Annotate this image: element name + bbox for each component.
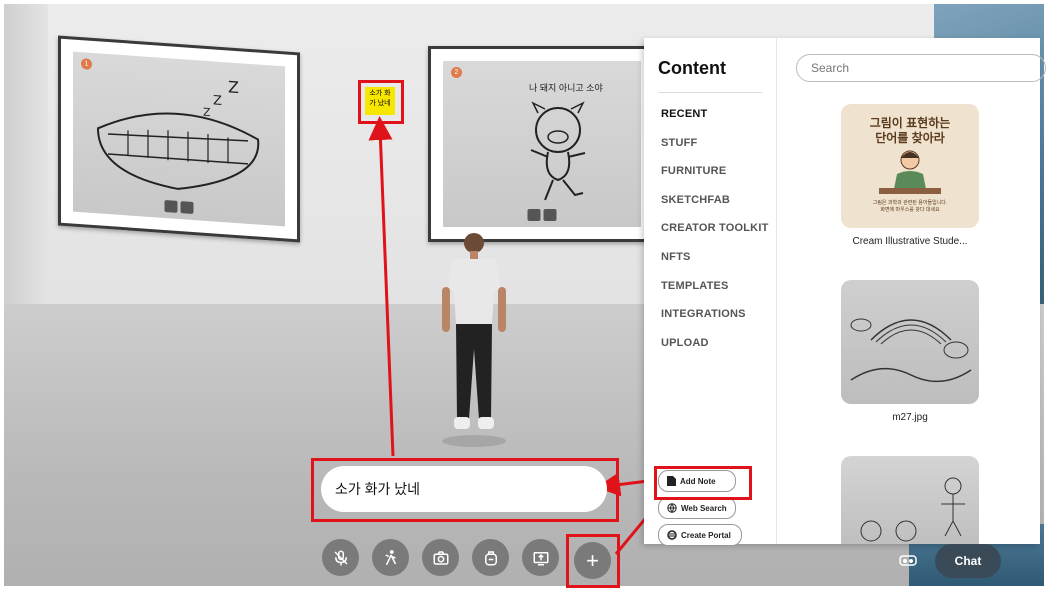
mute-mic-button[interactable] bbox=[322, 539, 359, 576]
left-wall bbox=[4, 4, 48, 334]
inventory-button[interactable] bbox=[472, 539, 509, 576]
add-note-highlight bbox=[654, 466, 752, 500]
create-portal-button[interactable]: Create Portal bbox=[658, 524, 742, 546]
dance-icon bbox=[384, 549, 396, 565]
card-thumbnail-1[interactable]: 그림이 표현하는 단어를 찾아라 그림은 과학과 관련된 용어들입니다. 화면에… bbox=[841, 104, 979, 228]
camera-icon bbox=[433, 550, 448, 565]
portal-icon bbox=[667, 530, 677, 540]
artwork-frame-2[interactable]: 2 나 돼지 아니고 소야 bbox=[428, 46, 656, 242]
sticky-note-highlight[interactable]: 소가 화 가 났네 bbox=[358, 80, 404, 124]
camera-button[interactable] bbox=[422, 539, 459, 576]
pig-cow-drawing bbox=[530, 101, 586, 201]
user-avatar bbox=[442, 233, 506, 447]
menu-item-furniture[interactable]: FURNITURE bbox=[661, 163, 769, 192]
artwork-nav-2[interactable] bbox=[527, 209, 557, 221]
card-thumb-title-1: 그림이 표현하는 단어를 찾아라 bbox=[869, 116, 951, 145]
content-card-1[interactable]: 그림이 표현하는 단어를 찾아라 그림은 과학과 관련된 용어들입니다. 화면에… bbox=[841, 104, 979, 247]
add-content-button[interactable]: + bbox=[574, 542, 611, 579]
artwork-nav-1[interactable] bbox=[164, 199, 194, 215]
svg-text:Z: Z bbox=[203, 106, 211, 120]
svg-text:Z: Z bbox=[213, 93, 222, 109]
menu-item-creator-toolkit[interactable]: CREATOR TOOLKIT bbox=[661, 220, 769, 249]
share-screen-button[interactable] bbox=[522, 539, 559, 576]
chat-button[interactable]: Chat bbox=[935, 544, 1001, 578]
card-caption-2: m27.jpg bbox=[892, 412, 928, 423]
sketch-drawing-2 bbox=[850, 318, 972, 383]
add-content-highlight: + bbox=[566, 534, 620, 588]
mic-off-icon bbox=[333, 550, 348, 565]
vr-mode-button[interactable] bbox=[898, 552, 918, 575]
card-caption-1: Cream Illustrative Stude... bbox=[852, 236, 968, 247]
bottom-toolbar bbox=[322, 539, 559, 576]
card-thumb-sub-1: 그림은 과학과 관련된 용어들입니다. 화면에 마우스를 갖다 대세요 bbox=[872, 200, 948, 213]
menu-item-nfts[interactable]: NFTS bbox=[661, 249, 769, 278]
content-card-2[interactable]: m27.jpg bbox=[841, 280, 979, 423]
card-thumbnail-2[interactable] bbox=[841, 280, 979, 404]
menu-item-sketchfab[interactable]: SKETCHFAB bbox=[661, 192, 769, 221]
student-illustration bbox=[879, 150, 941, 194]
menu-item-upload[interactable]: UPLOAD bbox=[661, 335, 769, 364]
sleeping-mouth-drawing: Z Z Z bbox=[96, 77, 260, 190]
backpack-icon bbox=[484, 550, 497, 565]
svg-text:Z: Z bbox=[228, 77, 239, 97]
menu-item-stuff[interactable]: STUFF bbox=[661, 135, 769, 164]
artwork-frame-1[interactable]: 1 Z Z Z bbox=[58, 35, 300, 243]
menu-item-templates[interactable]: TEMPLATES bbox=[661, 278, 769, 307]
web-search-button[interactable]: Web Search bbox=[658, 497, 736, 519]
menu-item-integrations[interactable]: INTEGRATIONS bbox=[661, 306, 769, 335]
content-card-3[interactable] bbox=[841, 456, 979, 544]
card-thumbnail-3[interactable] bbox=[841, 456, 979, 544]
vr-headset-icon bbox=[899, 555, 917, 566]
chat-input-highlight bbox=[311, 458, 619, 522]
chat-message-input[interactable] bbox=[321, 466, 607, 512]
category-menu: RECENT STUFF FURNITURE SKETCHFAB CREATOR… bbox=[661, 106, 769, 363]
plus-icon: + bbox=[586, 547, 599, 573]
globe-icon bbox=[667, 503, 677, 513]
artwork-canvas-1: 1 Z Z Z bbox=[73, 51, 285, 227]
content-search-input[interactable]: Search bbox=[796, 54, 1046, 82]
artwork-canvas-2: 2 나 돼지 아니고 소야 bbox=[443, 61, 641, 227]
screen-share-icon bbox=[533, 551, 548, 565]
panel-title: Content bbox=[658, 58, 726, 78]
artwork-caption-2: 나 돼지 아니고 소야 bbox=[529, 83, 603, 93]
emote-button[interactable] bbox=[372, 539, 409, 576]
sticky-note[interactable]: 소가 화 가 났네 bbox=[365, 87, 395, 115]
sketch-drawing-3 bbox=[860, 477, 965, 542]
title-divider bbox=[658, 92, 762, 93]
artwork-badge-2: 2 bbox=[451, 67, 462, 78]
menu-item-recent[interactable]: RECENT bbox=[661, 106, 769, 135]
